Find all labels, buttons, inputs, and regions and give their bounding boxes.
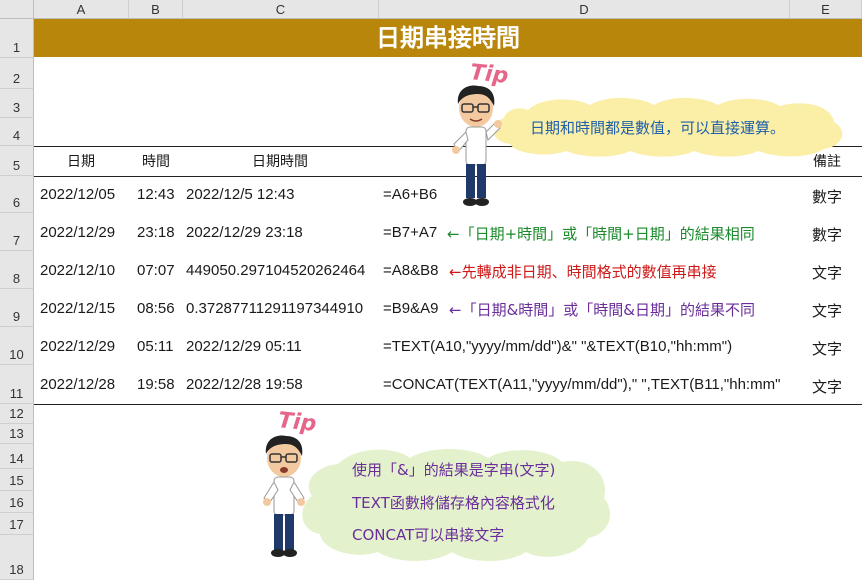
row-number: 12 — [9, 406, 24, 421]
row-number: 4 — [12, 128, 21, 143]
cell-e11[interactable]: 文字 — [812, 376, 842, 397]
header-date[interactable]: 日期 — [67, 151, 95, 171]
cell-b7[interactable]: 23:18 — [137, 224, 175, 241]
row-header-10[interactable]: 10 — [0, 327, 34, 365]
cell-a11[interactable]: 2022/12/28 — [40, 376, 115, 393]
cell-e8[interactable]: 文字 — [812, 262, 842, 283]
spreadsheet[interactable]: A B C D E 1 2 3 4 5 6 7 8 9 10 11 12 13 … — [0, 0, 862, 580]
row-number: 11 — [9, 386, 24, 401]
cell-d6[interactable]: =A6+B6 — [383, 186, 437, 203]
header-datetime[interactable]: 日期時間 — [252, 151, 308, 171]
row-number: 18 — [9, 562, 24, 577]
column-header-d[interactable]: D — [379, 0, 790, 19]
row-number: 9 — [12, 309, 21, 324]
cell-c10[interactable]: 2022/12/29 05:11 — [186, 338, 302, 355]
cell-c11[interactable]: 2022/12/28 19:58 — [186, 376, 303, 393]
row-number: 16 — [9, 495, 24, 510]
cartoon-person-icon — [263, 435, 305, 557]
cell-b9[interactable]: 08:56 — [137, 300, 175, 317]
row-number: 10 — [9, 347, 24, 362]
table-bottom-border — [34, 404, 862, 405]
row-number: 7 — [12, 233, 21, 248]
row-header-1[interactable]: 1 — [0, 19, 34, 58]
row-header-15[interactable]: 15 — [0, 469, 34, 491]
cell-c6[interactable]: 2022/12/5 12:43 — [186, 186, 294, 203]
select-all-corner[interactable] — [0, 0, 34, 19]
cell-e6[interactable]: 數字 — [812, 186, 842, 207]
row-number: 5 — [12, 158, 21, 173]
cell-b8[interactable]: 07:07 — [137, 262, 175, 279]
cell-a6[interactable]: 2022/12/05 — [40, 186, 115, 203]
header-time[interactable]: 時間 — [142, 151, 170, 171]
row-number: 17 — [9, 517, 24, 532]
row-number: 6 — [12, 195, 21, 210]
cell-a7[interactable]: 2022/12/29 — [40, 224, 115, 241]
cell-d10[interactable]: =TEXT(A10,"yyyy/mm/dd")&" "&TEXT(B10,"hh… — [383, 338, 732, 355]
cell-e9[interactable]: 文字 — [812, 300, 842, 321]
column-header-e[interactable]: E — [790, 0, 862, 19]
callout2-line-1: 使用「&」的結果是字串(文字) — [352, 461, 556, 479]
row-header-12[interactable]: 12 — [0, 404, 34, 424]
row-header-3[interactable]: 3 — [0, 89, 34, 118]
cell-a10[interactable]: 2022/12/29 — [40, 338, 115, 355]
column-header-b[interactable]: B — [129, 0, 183, 19]
cell-c7[interactable]: 2022/12/29 23:18 — [186, 224, 303, 241]
row-header-8[interactable]: 8 — [0, 251, 34, 289]
row-number: 8 — [12, 271, 21, 286]
cell-c9[interactable]: 0.37287711291197344910 — [186, 300, 363, 317]
cell-b10[interactable]: 05:11 — [137, 338, 173, 355]
cell-b6[interactable]: 12:43 — [137, 186, 175, 203]
cell-e7[interactable]: 數字 — [812, 224, 842, 245]
cell-c8[interactable]: 449050.297104520262464 — [186, 262, 365, 279]
row-number: 3 — [12, 100, 21, 115]
row-header-7[interactable]: 7 — [0, 213, 34, 251]
row-header-13[interactable]: 13 — [0, 424, 34, 444]
cartoon-person-icon — [452, 85, 502, 206]
note-row8: ←先轉成非日期、時間格式的數值再串接 — [449, 263, 717, 281]
cell-d9[interactable]: =B9&A9 — [383, 300, 438, 317]
column-header-c[interactable]: C — [183, 0, 379, 19]
cell-a9[interactable]: 2022/12/15 — [40, 300, 115, 317]
row-header-18[interactable]: 18 — [0, 535, 34, 580]
cell-d8[interactable]: =A8&B8 — [383, 262, 438, 279]
row-header-17[interactable]: 17 — [0, 513, 34, 535]
row-header-11[interactable]: 11 — [0, 365, 34, 404]
callout2-line-2: TEXT函數將儲存格內容格式化 — [352, 494, 555, 512]
sheet-title[interactable]: 日期串接時間 — [34, 19, 862, 57]
row-header-14[interactable]: 14 — [0, 444, 34, 469]
callout1-text: 日期和時間都是數值，可以直接運算。 — [530, 119, 786, 137]
cell-b11[interactable]: 19:58 — [137, 376, 175, 393]
row-number: 13 — [9, 426, 24, 441]
row-number: 2 — [12, 71, 21, 86]
column-header-a[interactable]: A — [34, 0, 129, 19]
row-number: 1 — [12, 40, 21, 55]
cell-d11[interactable]: =CONCAT(TEXT(A11,"yyyy/mm/dd")," ",TEXT(… — [383, 376, 780, 393]
row-header-4[interactable]: 4 — [0, 118, 34, 146]
note-row9: ←「日期&時間」或「時間&日期」的結果不同 — [449, 301, 755, 319]
row-header-5[interactable]: 5 — [0, 146, 34, 176]
cell-a8[interactable]: 2022/12/10 — [40, 262, 115, 279]
cell-d7[interactable]: =B7+A7 — [383, 224, 437, 241]
row-header-6[interactable]: 6 — [0, 176, 34, 213]
row-header-2[interactable]: 2 — [0, 58, 34, 89]
row-number: 14 — [9, 451, 24, 466]
callout2-line-3: CONCAT可以串接文字 — [352, 526, 505, 544]
row-number: 15 — [9, 473, 24, 488]
row-header-16[interactable]: 16 — [0, 491, 34, 513]
row-header-9[interactable]: 9 — [0, 289, 34, 327]
cell-e10[interactable]: 文字 — [812, 338, 842, 359]
note-row7: ←「日期+時間」或「時間+日期」的結果相同 — [447, 225, 755, 243]
